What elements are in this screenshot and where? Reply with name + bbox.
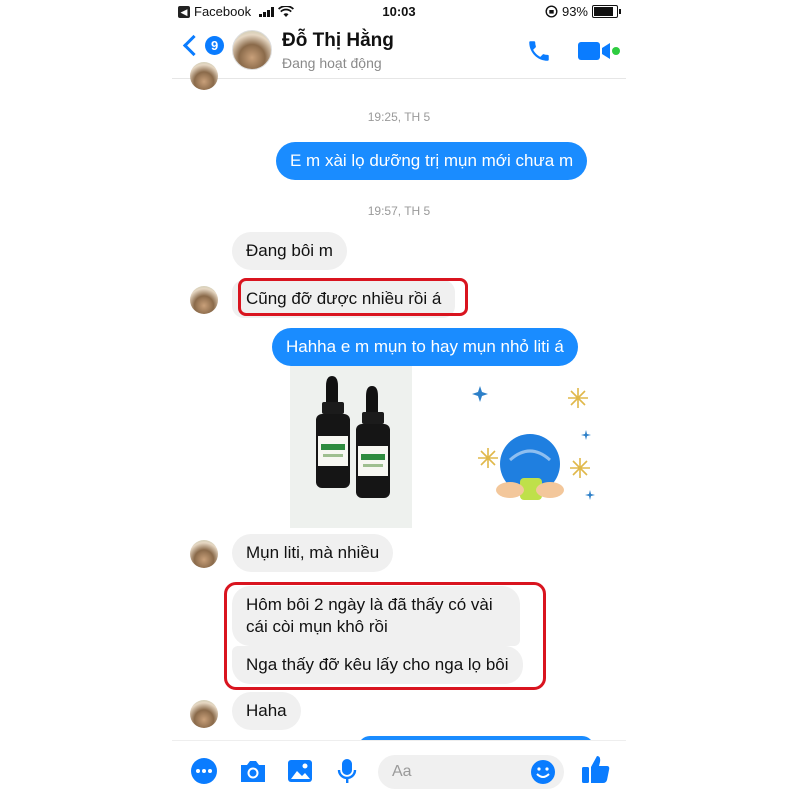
contact-avatar-small	[190, 700, 218, 728]
gallery-icon[interactable]	[286, 757, 314, 785]
contact-avatar-small	[190, 62, 218, 90]
video-icon[interactable]	[578, 40, 620, 62]
orientation-lock-icon	[545, 5, 558, 18]
contact-avatar[interactable]	[232, 30, 272, 70]
message-incoming[interactable]: Mụn liti, mà nhiều	[232, 534, 394, 572]
microphone-icon[interactable]	[336, 757, 358, 785]
back-chevron-icon	[182, 34, 205, 57]
conversation-header: 9 Đỗ Thị Hằng Đang hoạt động	[172, 24, 626, 79]
contact-name[interactable]: Đỗ Thị Hằng	[282, 30, 394, 52]
unread-count-badge: 9	[205, 36, 225, 55]
battery-icon	[592, 5, 621, 18]
more-icon[interactable]	[190, 757, 218, 785]
thumbs-up-icon[interactable]	[580, 753, 612, 785]
product-photo[interactable]	[290, 366, 412, 528]
messenger-screen: ◀ Facebook 10:03 93% 9 Đỗ Thị Hằng Đang …	[172, 0, 626, 800]
message-list: 19:25, TH 5 E m xài lọ dưỡng trị mụn mới…	[172, 62, 626, 748]
timestamp: 19:57, TH 5	[367, 204, 431, 218]
camera-icon[interactable]	[238, 757, 268, 785]
status-bar: ◀ Facebook 10:03 93%	[172, 0, 626, 24]
message-incoming[interactable]: Đang bôi m	[232, 232, 347, 270]
message-composer	[172, 740, 626, 800]
battery-percent: 93%	[561, 4, 588, 19]
timestamp: 19:25, TH 5	[367, 110, 431, 124]
contact-avatar-small	[190, 540, 218, 568]
contact-status: Đang hoạt động	[282, 55, 382, 71]
phone-icon[interactable]	[526, 38, 552, 64]
message-outgoing[interactable]: Hahha e m mụn to hay mụn nhỏ liti á	[272, 328, 578, 366]
message-outgoing[interactable]: E m xài lọ dưỡng trị mụn mới chưa m	[276, 142, 588, 180]
highlight-box	[224, 582, 546, 690]
message-incoming[interactable]: Haha	[232, 692, 301, 730]
emoji-icon[interactable]	[530, 759, 556, 785]
contact-avatar-small	[190, 286, 218, 314]
back-button[interactable]: 9	[182, 34, 225, 57]
highlight-box	[238, 278, 468, 316]
sticker-image[interactable]	[466, 378, 596, 518]
